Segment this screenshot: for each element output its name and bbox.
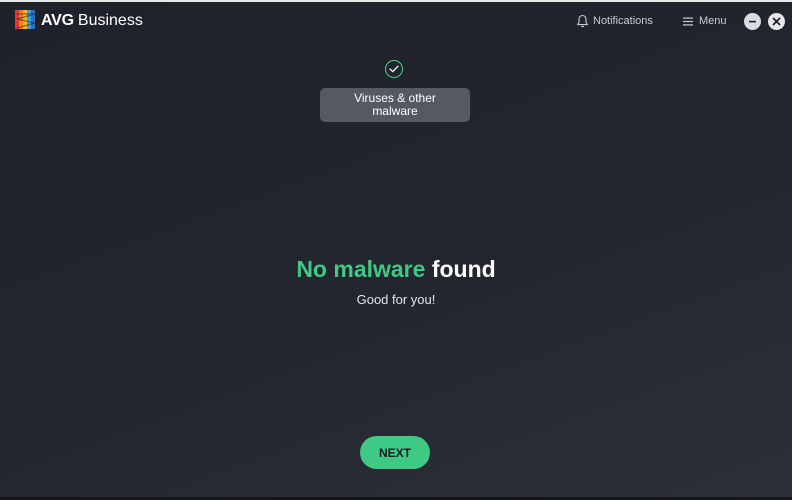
minimize-button[interactable] <box>744 13 761 30</box>
scan-step-complete-indicator <box>385 60 403 78</box>
bell-icon <box>577 14 588 28</box>
avg-logo-icon <box>15 10 36 29</box>
close-icon <box>772 17 781 26</box>
minimize-icon <box>749 20 756 23</box>
app-header: AVG Business Notifications Menu <box>0 2 792 40</box>
close-button[interactable] <box>768 13 785 30</box>
brand-name: AVG <box>41 12 74 29</box>
notifications-label: Notifications <box>593 15 653 27</box>
brand-suffix: Business <box>77 12 143 29</box>
menu-label: Menu <box>699 15 727 27</box>
scan-step-label: Viruses & other malware <box>354 91 436 118</box>
scan-step-viruses-malware: Viruses & other malware <box>320 88 470 122</box>
result-subtitle: Good for you! <box>356 292 436 307</box>
notifications-button[interactable]: Notifications <box>576 12 653 30</box>
menu-button[interactable]: Menu <box>683 12 727 30</box>
result-heading: No malware found <box>0 256 792 283</box>
hamburger-icon <box>683 17 693 25</box>
avg-app-window: AVG Business Notifications Menu Viruses … <box>0 0 792 500</box>
check-icon <box>389 65 399 73</box>
next-button[interactable]: NEXT <box>360 436 430 469</box>
app-brand: AVG Business <box>41 12 143 30</box>
result-heading-rest: found <box>431 256 496 282</box>
result-heading-highlight: No malware <box>296 256 426 282</box>
